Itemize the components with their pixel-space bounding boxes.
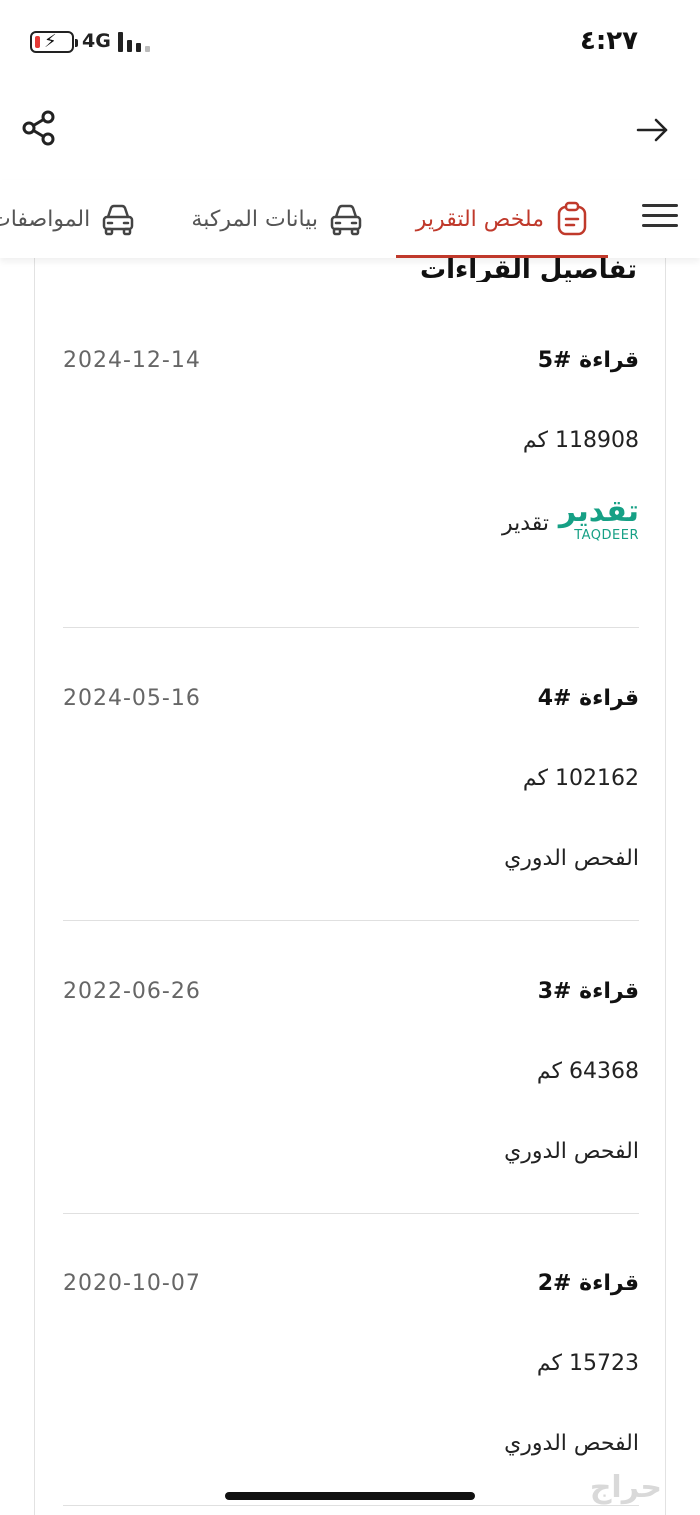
reading-item: قراءة #4 2024-05-16 102162 كم الفحص الدو… <box>63 686 639 921</box>
network-type: 4G <box>82 30 111 52</box>
tab-specifications[interactable]: المواصفات <box>0 180 136 258</box>
tab-label: بيانات المركبة <box>191 206 318 232</box>
taqdeer-logo-arabic: تقدير <box>558 494 639 529</box>
status-bar: ⚡ 4G ٤:٢٧ <box>0 0 700 80</box>
reading-title: قراءة #5 <box>537 348 639 373</box>
tab-label: المواصفات <box>0 206 91 232</box>
reading-mileage: 64368 كم <box>536 1059 639 1084</box>
taqdeer-logo: تقدير TAQDEER <box>559 494 639 548</box>
reading-mileage: 15723 كم <box>536 1351 639 1376</box>
car-icon <box>330 204 362 236</box>
reading-title: قراءة #3 <box>537 979 639 1004</box>
reading-source-label: الفحص الدوري <box>504 1431 639 1456</box>
reading-item: قراءة #3 2022-06-26 64368 كم الفحص الدور… <box>63 979 639 1214</box>
app-header <box>0 100 700 160</box>
tab-vehicle-data[interactable]: بيانات المركبة <box>191 180 364 258</box>
tab-bar: ملخص التقرير بيانات المركبة المواصفات <box>0 180 700 258</box>
tab-label: ملخص التقرير <box>415 206 544 232</box>
back-button[interactable] <box>632 110 672 150</box>
charging-bolt-icon: ⚡ <box>44 31 57 52</box>
readings-card: تفاصيل القراءات قراءة #5 2024-12-14 1189… <box>34 258 666 1515</box>
reading-title: قراءة #2 <box>537 1271 639 1296</box>
menu-line <box>642 204 678 207</box>
reading-date: 2024-05-16 <box>63 686 201 711</box>
battery-level <box>35 36 40 48</box>
reading-mileage: 102162 كم <box>522 766 639 791</box>
arrow-right-icon <box>636 118 668 142</box>
menu-line <box>642 224 678 227</box>
reading-source-label: الفحص الدوري <box>504 1139 639 1164</box>
taqdeer-logo-english: TAQDEER <box>574 528 639 543</box>
reading-source: تقدير TAQDEER تقدير <box>501 494 639 548</box>
reading-item: قراءة #2 2020-10-07 15723 كم الفحص الدور… <box>63 1271 639 1506</box>
reading-item: قراءة #5 2024-12-14 118908 كم تقدير TAQD… <box>63 348 639 628</box>
menu-line <box>642 214 678 217</box>
tab-report-summary[interactable]: ملخص التقرير <box>395 180 609 258</box>
reading-title: قراءة #4 <box>537 686 639 711</box>
status-time: ٤:٢٧ <box>579 26 638 56</box>
section-title: تفاصيل القراءات <box>419 258 637 282</box>
home-indicator[interactable] <box>225 1492 475 1500</box>
signal-strength-icon <box>118 32 152 52</box>
divider <box>63 1505 639 1506</box>
divider <box>63 627 639 628</box>
reading-date: 2024-12-14 <box>63 348 201 373</box>
share-button[interactable] <box>20 108 60 148</box>
menu-button[interactable] <box>642 204 678 230</box>
share-icon <box>22 110 55 146</box>
car-icon <box>103 204 134 236</box>
battery-icon: ⚡ <box>30 31 78 53</box>
reading-source-label: الفحص الدوري <box>504 846 639 871</box>
divider <box>63 1213 639 1214</box>
divider <box>63 920 639 921</box>
reading-mileage: 118908 كم <box>522 428 639 453</box>
reading-date: 2020-10-07 <box>63 1271 201 1296</box>
clipboard-icon <box>557 201 587 236</box>
reading-date: 2022-06-26 <box>63 979 201 1004</box>
reading-source-label: تقدير <box>501 510 549 536</box>
haraj-watermark: حراج <box>589 1470 662 1505</box>
